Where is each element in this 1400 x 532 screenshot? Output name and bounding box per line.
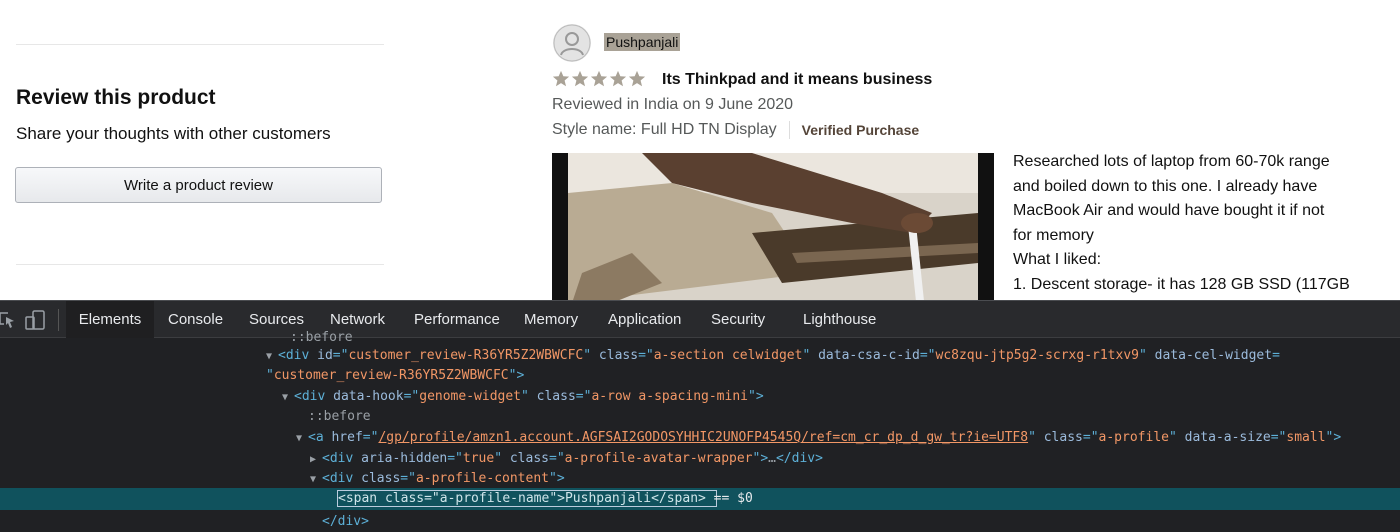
dom-node-genome-div[interactable]: ▼ <div data-hook="genome-widget" class="a…	[282, 386, 764, 407]
review-text-line: for memory	[1013, 226, 1094, 244]
review-image[interactable]	[552, 153, 994, 300]
tab-elements[interactable]: Elements	[66, 301, 154, 338]
review-photo-icon	[552, 153, 994, 300]
tab-application[interactable]: Application	[608, 301, 681, 338]
dom-tree: ::before ▼ <div id="customer_review-R36YR…	[0, 330, 1400, 532]
devtools-toolbar-icons	[0, 308, 48, 332]
device-toolbar-icon[interactable]	[24, 309, 48, 331]
divider	[16, 44, 384, 45]
star-rating[interactable]	[552, 70, 646, 88]
devtools-tabbar: Elements Console Sources Network Perform…	[0, 300, 1400, 338]
expand-triangle-icon[interactable]: ▶	[310, 449, 322, 470]
tab-memory[interactable]: Memory	[524, 301, 578, 338]
expand-triangle-icon[interactable]: ▼	[282, 387, 294, 408]
review-text-line: 1. Descent storage- it has 128 GB SSD (1…	[1013, 275, 1350, 293]
review-text-line: MacBook Air and would have bought it if …	[1013, 202, 1325, 219]
separator	[788, 121, 790, 139]
verified-purchase-badge: Verified Purchase	[801, 122, 920, 138]
tab-console[interactable]: Console	[168, 301, 223, 338]
review-date: Reviewed in India on 9 June 2020	[552, 96, 794, 113]
review-text-line: and boiled down to this one. I already h…	[1013, 177, 1318, 195]
review-headline[interactable]: Its Thinkpad and it means business	[662, 71, 932, 89]
star-icon	[571, 70, 589, 87]
review-body: Researched lots of laptop from 60-70k ra…	[1013, 150, 1393, 297]
star-icon	[609, 70, 627, 87]
dom-node-profile-link[interactable]: ▼ <a href="/gp/profile/amzn1.account.AGFS…	[296, 427, 1341, 448]
star-icon	[590, 70, 608, 87]
dom-node-before-2[interactable]: ::before	[308, 406, 371, 427]
dom-node-closing-div[interactable]: </div>	[322, 511, 369, 532]
write-review-button[interactable]: Write a product review	[15, 167, 382, 203]
expand-triangle-icon[interactable]: ▼	[266, 346, 278, 367]
devtools-panel: Elements Console Sources Network Perform…	[0, 300, 1400, 532]
review-this-product-heading: Review this product	[16, 86, 216, 109]
selected-node-html: <span class="a-profile-name">Pushpanjali…	[338, 491, 706, 506]
dom-node-profile-content[interactable]: ▼ <div class="a-profile-content">	[310, 468, 565, 489]
divider	[16, 264, 384, 265]
expand-triangle-icon[interactable]: ▼	[310, 469, 322, 490]
avatar[interactable]	[553, 24, 591, 62]
style-row: Style name: Full HD TN Display Verified …	[552, 121, 919, 139]
reviewer-name[interactable]: Pushpanjali	[604, 33, 681, 51]
dom-node-review-div-cont[interactable]: "customer_review-R36YR5Z2WBWCFC">	[266, 365, 524, 386]
tab-security[interactable]: Security	[711, 301, 765, 338]
dom-node-avatar-wrapper[interactable]: ▶ <div aria-hidden="true" class="a-profil…	[310, 448, 823, 469]
dom-node-selected[interactable]: <span class="a-profile-name">Pushpanjali…	[0, 488, 1400, 510]
star-icon	[552, 70, 570, 87]
toolbar-separator	[58, 309, 59, 331]
tab-performance[interactable]: Performance	[414, 301, 500, 338]
person-icon	[553, 24, 591, 62]
selected-node-marker: == $0	[705, 491, 753, 506]
star-icon	[628, 70, 646, 87]
expand-triangle-icon[interactable]: ▼	[296, 428, 308, 449]
review-text-line: What I liked:	[1013, 251, 1102, 268]
tab-lighthouse[interactable]: Lighthouse	[803, 301, 876, 338]
review-text-line: Researched lots of laptop from 60-70k ra…	[1013, 153, 1330, 170]
review-this-product-subtitle: Share your thoughts with other customers	[16, 124, 331, 143]
inspect-element-icon[interactable]	[0, 310, 16, 330]
dom-node-review-div[interactable]: ▼ <div id="customer_review-R36YR5Z2WBWCFC…	[266, 345, 1280, 366]
product-page: Review this product Share your thoughts …	[0, 0, 1400, 300]
style-name[interactable]: Style name: Full HD TN Display	[552, 121, 777, 139]
